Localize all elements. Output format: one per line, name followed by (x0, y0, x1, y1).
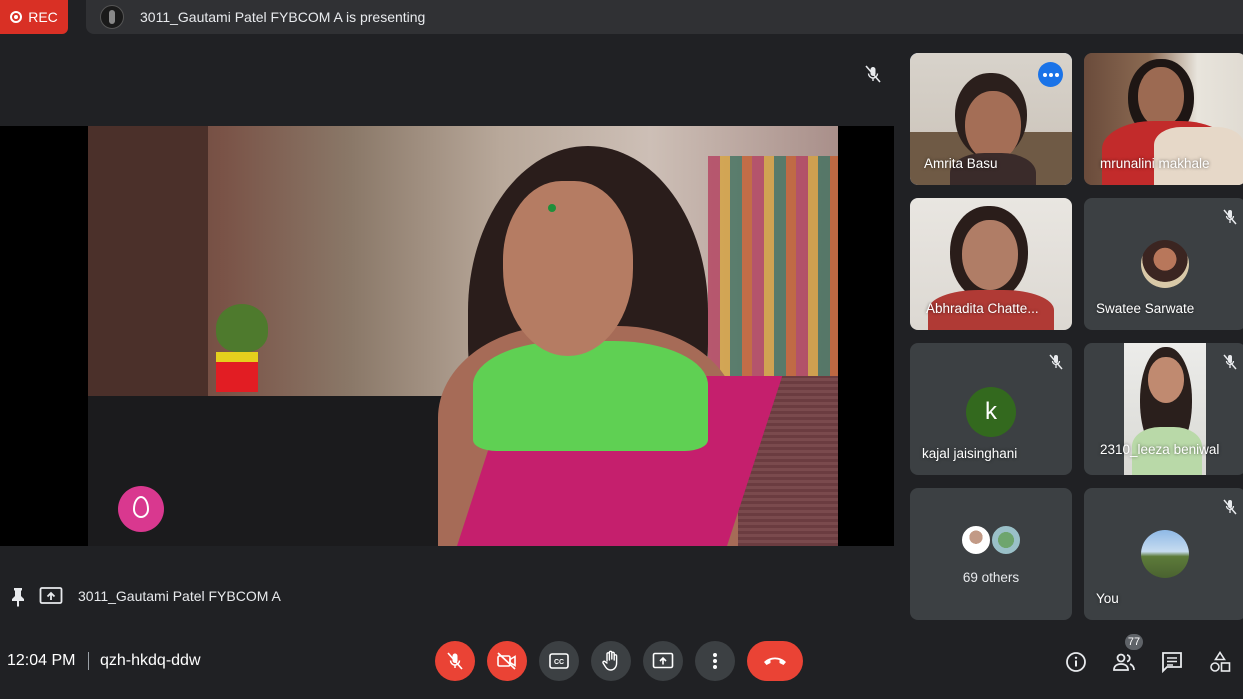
participant-tile[interactable]: Abhradita Chatte... (910, 198, 1072, 330)
others-tile[interactable]: 69 others (910, 488, 1072, 620)
participant-name: Amrita Basu (924, 156, 998, 171)
mic-off-icon (1049, 354, 1063, 370)
mic-off-icon (1223, 499, 1237, 515)
raise-hand-icon (602, 650, 618, 671)
avatar (1141, 530, 1189, 578)
people-icon (1113, 653, 1135, 671)
others-count: 69 others (962, 570, 1020, 585)
avatar (1141, 240, 1189, 288)
pin-icon[interactable] (10, 587, 26, 607)
avatar (990, 524, 1022, 556)
presentation-video (0, 126, 894, 546)
clock: 12:04 PM (7, 652, 76, 669)
presenting-text: 3011_Gautami Patel FYBCOM A is presentin… (140, 9, 426, 25)
activities-icon (1210, 651, 1231, 672)
record-icon (10, 11, 23, 23)
participant-name: Abhradita Chatte... (926, 301, 1039, 316)
participant-count-badge: 77 (1125, 634, 1143, 650)
divider (88, 652, 89, 670)
present-now-button[interactable] (643, 641, 683, 681)
participant-tile[interactable]: k kajal jaisinghani (910, 343, 1072, 475)
recording-indicator: REC (0, 0, 68, 34)
captions-button[interactable]: CC (539, 641, 579, 681)
presentation-icon (39, 587, 63, 604)
participant-name: mrunalini makhale (1100, 156, 1210, 171)
rec-label: REC (28, 9, 58, 25)
more-options-button[interactable] (1038, 62, 1063, 87)
meeting-details-button[interactable] (1064, 650, 1088, 674)
mic-toggle-button[interactable] (435, 641, 475, 681)
participant-tile[interactable]: Swatee Sarwate (1084, 198, 1243, 330)
mic-off-icon (1223, 209, 1237, 225)
camera-toggle-button[interactable] (487, 641, 527, 681)
more-options-icon (713, 653, 717, 669)
present-screen-icon (652, 652, 674, 669)
avatar (960, 524, 992, 556)
participant-name: 2310_leeza beniwal (1100, 442, 1220, 457)
camera-off-icon (497, 652, 516, 670)
participant-name: Swatee Sarwate (1096, 301, 1195, 316)
avatar: k (966, 387, 1016, 437)
activities-button[interactable] (1208, 650, 1232, 674)
captions-icon: CC (549, 653, 569, 669)
info-icon (1066, 652, 1086, 672)
raise-hand-button[interactable] (591, 641, 631, 681)
more-options-button[interactable] (695, 641, 735, 681)
presenting-banner: 3011_Gautami Patel FYBCOM A is presentin… (86, 0, 1243, 34)
leave-call-button[interactable] (747, 641, 803, 681)
self-tile[interactable]: You (1084, 488, 1243, 620)
shared-video-frame (88, 126, 838, 546)
mic-off-icon (865, 65, 881, 83)
meeting-code: qzh-hkdq-ddw (100, 652, 201, 669)
mic-off-icon (447, 652, 463, 670)
people-button[interactable] (1112, 650, 1136, 674)
participant-tile[interactable]: mrunalini makhale (1084, 53, 1243, 185)
participant-name: You (1096, 591, 1119, 606)
chat-icon (1162, 652, 1182, 673)
participant-tile[interactable]: Amrita Basu (910, 53, 1072, 185)
chat-button[interactable] (1160, 650, 1184, 674)
leave-call-icon (764, 657, 786, 665)
mic-off-icon (1223, 354, 1237, 370)
participant-tile[interactable]: 2310_leeza beniwal (1084, 343, 1243, 475)
presenter-name: 3011_Gautami Patel FYBCOM A (78, 588, 281, 604)
svg-text:CC: CC (554, 659, 564, 666)
presenter-avatar (100, 5, 124, 29)
brand-logo (118, 486, 164, 532)
participant-name: kajal jaisinghani (922, 446, 1018, 461)
